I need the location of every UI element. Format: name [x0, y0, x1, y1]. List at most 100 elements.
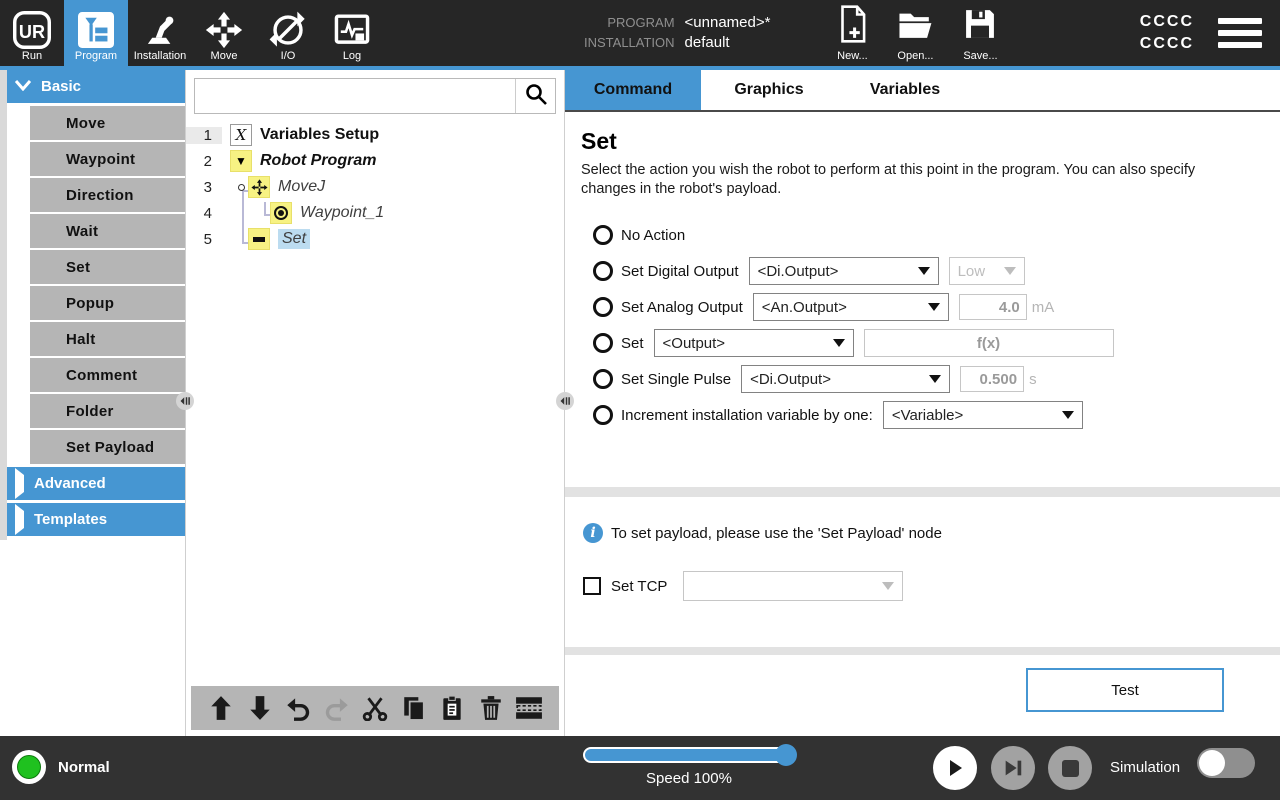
set-tcp-checkbox[interactable] — [583, 577, 601, 595]
chevron-down-icon — [1062, 411, 1074, 419]
tree-node-label-selected: Set — [278, 229, 310, 249]
installation-label: INSTALLATION — [584, 33, 675, 53]
search-button[interactable] — [515, 79, 555, 113]
delete-button[interactable] — [477, 694, 505, 722]
tab-variables[interactable]: Variables — [837, 70, 973, 110]
chevron-down-icon — [929, 375, 941, 383]
save-label: Save... — [963, 50, 997, 62]
tree-toolbar — [191, 686, 559, 730]
cut-button[interactable] — [361, 694, 389, 722]
sidebar-item-move[interactable]: Move — [30, 106, 185, 140]
pulse-output-select[interactable]: <Di.Output> — [741, 365, 950, 393]
tree-row-movej[interactable]: 3 MoveJ — [186, 174, 564, 200]
command-panel: Command Graphics Variables Set Select th… — [565, 70, 1280, 736]
tree-row-set[interactable]: 5 Set — [186, 226, 564, 252]
analog-output-select[interactable]: <An.Output> — [753, 293, 949, 321]
tree-row-variables-setup[interactable]: 1 X Variables Setup — [186, 122, 564, 148]
sidebar-section-basic[interactable]: Basic — [7, 70, 185, 103]
nav-tab-io[interactable]: I/O — [256, 0, 320, 66]
bottom-bar: Normal Speed 100% Simulation — [0, 736, 1280, 800]
digital-output-select[interactable]: <Di.Output> — [749, 257, 939, 285]
move-down-button[interactable] — [246, 694, 274, 722]
nav-tab-program[interactable]: Program — [64, 0, 128, 66]
sidebar-item-set-payload[interactable]: Set Payload — [30, 430, 185, 464]
program-search — [194, 78, 556, 114]
info-icon: i — [583, 523, 603, 543]
no-action-radio[interactable] — [593, 225, 613, 245]
speed-slider-group: Speed 100% — [583, 747, 795, 787]
tree-row-waypoint[interactable]: 4 Waypoint_1 — [186, 200, 564, 226]
analog-value-input[interactable]: 4.0 — [959, 294, 1027, 320]
step-button[interactable] — [991, 746, 1035, 790]
robot-status-button[interactable]: Normal — [12, 750, 110, 784]
pulse-duration-input[interactable]: 0.500 — [960, 366, 1024, 392]
speed-slider-knob[interactable] — [775, 744, 797, 766]
tcp-select[interactable] — [683, 571, 903, 601]
nav-tab-installation[interactable]: Installation — [128, 0, 192, 66]
save-program-button[interactable]: Save... — [962, 0, 998, 66]
option-no-action: No Action — [593, 217, 1264, 253]
single-pulse-radio[interactable] — [593, 369, 613, 389]
sidebar-item-waypoint[interactable]: Waypoint — [30, 142, 185, 176]
suppress-button[interactable] — [515, 694, 543, 722]
set-digital-output-radio[interactable] — [593, 261, 613, 281]
output-select[interactable]: <Output> — [654, 329, 854, 357]
redo-button[interactable] — [323, 694, 351, 722]
robot-arm-icon — [141, 10, 179, 50]
set-output-radio[interactable] — [593, 333, 613, 353]
set-analog-output-radio[interactable] — [593, 297, 613, 317]
sidebar-section-label: Advanced — [34, 475, 106, 492]
tab-command[interactable]: Command — [565, 70, 701, 110]
simulation-toggle[interactable] — [1197, 748, 1255, 778]
sidebar-section-label: Templates — [34, 511, 107, 528]
test-button[interactable]: Test — [1026, 668, 1224, 712]
sidebar-section-label: Basic — [41, 78, 81, 95]
play-button[interactable] — [933, 746, 977, 790]
nav-tab-run[interactable]: UR Run — [0, 0, 64, 66]
expression-input[interactable]: f(x) — [864, 329, 1114, 357]
sidebar-item-folder[interactable]: Folder — [30, 394, 185, 428]
nav-tab-label: Run — [22, 50, 42, 63]
speed-slider[interactable] — [583, 747, 795, 763]
payload-tcp-card: i To set payload, please use the 'Set Pa… — [565, 497, 1280, 647]
open-program-button[interactable]: Open... — [896, 0, 934, 66]
sidebar-item-popup[interactable]: Popup — [30, 286, 185, 320]
sidebar-item-wait[interactable]: Wait — [30, 214, 185, 248]
program-tree-panel: 1 X Variables Setup 2 ▼ Robot Program 3 … — [185, 70, 565, 736]
program-search-input[interactable] — [195, 79, 515, 113]
nav-tab-label: Log — [343, 50, 361, 63]
undo-button[interactable] — [284, 694, 312, 722]
stop-button[interactable] — [1048, 746, 1092, 790]
digital-output-level-select[interactable]: Low — [949, 257, 1025, 285]
sidebar-item-direction[interactable]: Direction — [30, 178, 185, 212]
nav-tab-move[interactable]: Move — [192, 0, 256, 66]
sidebar-section-advanced[interactable]: Advanced — [7, 467, 185, 500]
set-node-icon — [248, 228, 270, 250]
variables-setup-icon: X — [230, 124, 252, 146]
save-floppy-icon — [962, 5, 998, 48]
sidebar-item-halt[interactable]: Halt — [30, 322, 185, 356]
sidebar-section-templates[interactable]: Templates — [7, 503, 185, 536]
tree-row-robot-program[interactable]: 2 ▼ Robot Program — [186, 148, 564, 174]
increment-variable-radio[interactable] — [593, 405, 613, 425]
copy-button[interactable] — [400, 694, 428, 722]
sidebar-collapse-handle[interactable] — [176, 392, 194, 410]
tree-node-label: Robot Program — [260, 152, 376, 170]
move-up-button[interactable] — [207, 694, 235, 722]
chevron-down-icon — [15, 78, 31, 95]
set-tcp-row: Set TCP — [583, 571, 1280, 601]
analog-unit-label: mA — [1032, 299, 1055, 316]
paste-button[interactable] — [438, 694, 466, 722]
page-title: Set — [581, 128, 1264, 155]
nav-tab-log[interactable]: Log — [320, 0, 384, 66]
variable-select[interactable]: <Variable> — [883, 401, 1083, 429]
sidebar-item-set[interactable]: Set — [30, 250, 185, 284]
set-tcp-label: Set TCP — [611, 578, 667, 595]
tab-graphics[interactable]: Graphics — [701, 70, 837, 110]
new-program-button[interactable]: New... — [836, 0, 868, 66]
program-meta: PROGRAM INSTALLATION <unnamed>* default — [584, 0, 770, 66]
tree-collapse-handle[interactable] — [556, 392, 574, 410]
sidebar-item-comment[interactable]: Comment — [30, 358, 185, 392]
hamburger-menu-icon[interactable] — [1218, 18, 1262, 48]
program-name: <unnamed>* — [685, 13, 771, 33]
